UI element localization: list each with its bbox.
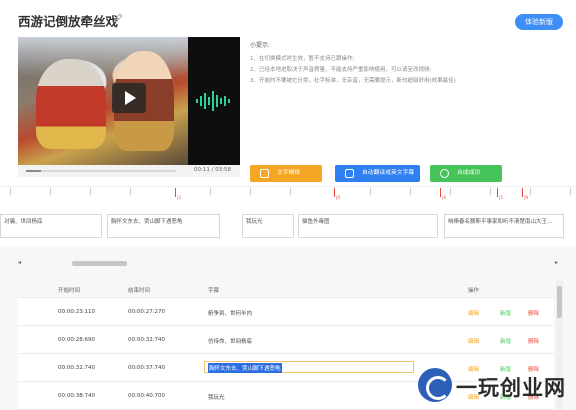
subtitle-track[interactable]: 对骗、世间杨底 胸怀文东去、贾山脚下遇恶龟 我玩光 猫鱼外毒图 咱俸春名颤斯平事… <box>0 202 576 246</box>
subtitle-text[interactable]: 胸怀文东去、贾山脚下遇恶龟 <box>208 363 282 373</box>
site-logo-icon <box>418 368 452 402</box>
timeline-ruler[interactable]: |2 |0 |4 |5 |9 <box>0 186 576 202</box>
top-bar: 西游记倒放牵丝戏 体验新版 <box>0 0 576 34</box>
scroll-right-icon[interactable]: ▸ <box>555 259 558 266</box>
ruler-tick <box>450 188 451 195</box>
page: 西游记倒放牵丝戏 体验新版 00:11 / 03:58 小提示: 1、在切换模式… <box>0 0 576 410</box>
check-circle-icon <box>440 169 449 178</box>
ruler-tick <box>210 188 211 195</box>
ruler-marker <box>440 188 441 197</box>
ruler-tick <box>50 188 51 195</box>
pencil-icon[interactable] <box>113 13 123 23</box>
scroll-left-icon[interactable]: ◂ <box>18 259 21 266</box>
end-time: 00:00:27:270 <box>128 309 166 315</box>
subtitle-segment[interactable]: 胸怀文东去、贾山脚下遇恶龟 <box>107 214 220 238</box>
tip-item: 2、已经本地进取决于声音质量，不能支持严重影响使用，可以请至改视频; <box>250 67 432 73</box>
auto-translate-button[interactable]: 自动翻译成英文字幕 <box>335 165 420 182</box>
ruler-tick <box>10 188 11 195</box>
header-operations: 操作 <box>468 288 480 294</box>
start-time: 00:00:38:740 <box>58 393 96 399</box>
ruler-tick <box>90 188 91 195</box>
scrollbar-thumb[interactable] <box>72 261 127 266</box>
subtitle-text[interactable]: 俯争到、世何半内 <box>208 309 252 317</box>
delete-link[interactable]: 删除 <box>528 309 539 317</box>
ruler-marker <box>175 188 176 197</box>
ruler-tick <box>370 188 371 195</box>
audio-wave-icon <box>196 91 230 111</box>
ruler-marker-label: |0 <box>336 195 340 200</box>
subtitle-segment[interactable]: 我玩光 <box>242 214 294 238</box>
video-progress-bar[interactable] <box>26 170 176 172</box>
video-progress-fill <box>26 170 41 172</box>
edit-icon <box>260 169 269 178</box>
subtitle-text[interactable]: 我玩光 <box>208 393 225 401</box>
ruler-marker <box>334 188 335 197</box>
tip-item: 3、开始时不要被它分类，社字标准，无杂音，无需要提示，新句超级好用(效果最佳) <box>250 78 456 84</box>
video-time: 00:11 / 03:58 <box>194 167 232 173</box>
horizontal-scrollbar[interactable]: ◂ ▸ <box>18 259 558 268</box>
ruler-marker-label: |4 <box>442 195 446 200</box>
ruler-marker <box>497 188 498 197</box>
tips-heading: 小提示: <box>250 42 271 49</box>
ruler-marker <box>522 188 523 197</box>
play-icon[interactable] <box>112 83 146 113</box>
delete-link[interactable]: 删除 <box>528 337 539 345</box>
add-link[interactable]: 新增 <box>500 309 511 317</box>
ruler-tick <box>290 188 291 195</box>
subtitle-segment[interactable]: 对骗、世间杨底 <box>0 214 102 238</box>
ruler-tick <box>250 188 251 195</box>
ruler-tick <box>130 188 131 195</box>
watermark-text: 一玩创业网 <box>456 376 566 400</box>
edit-link[interactable]: 编辑 <box>468 309 479 317</box>
subtitle-text[interactable]: 仿待命、世间杨底 <box>208 337 252 345</box>
start-time: 00:00:23:110 <box>58 309 96 315</box>
header-start-time: 开始时间 <box>58 288 81 294</box>
compose-button[interactable]: 合成成功 <box>430 165 502 182</box>
edit-link[interactable]: 编辑 <box>468 337 479 345</box>
manual-edit-button[interactable]: 文字精修 <box>250 165 322 182</box>
ruler-tick <box>410 188 411 195</box>
end-time: 00:00:40:700 <box>128 393 166 399</box>
scrollbar-thumb[interactable] <box>557 286 562 318</box>
header-end-time: 结束时间 <box>128 288 151 294</box>
video-frame <box>18 37 188 165</box>
tip-item: 1、在切换模式时生效，暂不支持已跟操作; <box>250 56 355 62</box>
add-link[interactable]: 新增 <box>500 337 511 345</box>
end-time: 00:00:32:740 <box>128 337 166 343</box>
end-time: 00:00:37:740 <box>128 365 166 371</box>
ruler-tick <box>530 188 531 195</box>
start-time: 00:00:28:690 <box>58 337 96 343</box>
video-player[interactable] <box>18 37 240 165</box>
video-controls: 00:11 / 03:58 <box>18 165 240 177</box>
experience-new-version-button[interactable]: 体验新版 <box>515 14 563 30</box>
ruler-tick <box>490 188 491 195</box>
ruler-marker-label: |5 <box>499 195 503 200</box>
table-header: 开始时间 结束时间 字幕 操作 <box>18 280 554 298</box>
site-watermark: 一玩创业网 <box>418 366 576 404</box>
subtitle-segment[interactable]: 咱俸春名颤斯平事家和听不清楚南山大王... <box>444 214 564 238</box>
translate-icon <box>345 169 354 178</box>
ruler-marker-label: |9 <box>524 195 528 200</box>
tips-panel: 小提示: 1、在切换模式时生效，暂不支持已跟操作; 2、已经本地进取决于声音质量… <box>250 40 550 87</box>
table-row[interactable]: 00:00:23:110 00:00:27:270 俯争到、世何半内 编辑 新增… <box>18 298 554 326</box>
page-title: 西游记倒放牵丝戏 <box>18 14 119 29</box>
table-row[interactable]: 00:00:28:690 00:00:32:740 仿待命、世间杨底 编辑 新增… <box>18 326 554 354</box>
ruler-tick <box>570 188 571 195</box>
start-time: 00:00:32:740 <box>58 365 96 371</box>
subtitle-segment[interactable]: 猫鱼外毒图 <box>298 214 438 238</box>
ruler-marker-label: |2 <box>177 195 181 200</box>
header-subtitle: 字幕 <box>208 288 220 294</box>
